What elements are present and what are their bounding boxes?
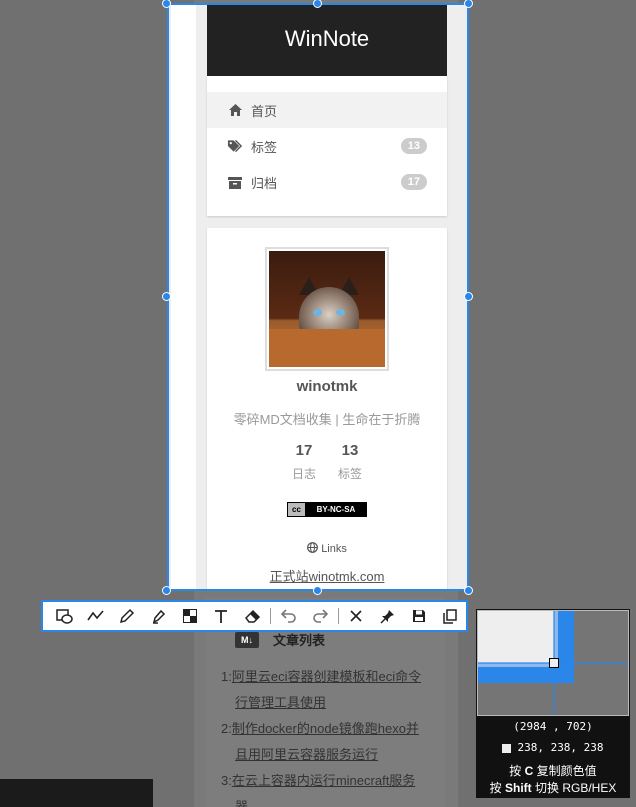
redo-icon xyxy=(313,609,329,623)
cursor-coordinates: (2984 , 702) xyxy=(513,720,593,733)
archive-count-badge: 17 xyxy=(400,174,427,190)
post-item-1[interactable]: 1:阿里云eci容器创建模板和eci命令 行管理工具使用 xyxy=(221,664,431,716)
save-tool-button[interactable] xyxy=(403,602,434,630)
marker-icon xyxy=(152,609,165,624)
redo-tool-button[interactable] xyxy=(304,602,335,630)
globe-icon xyxy=(307,542,321,555)
page-margin xyxy=(171,5,196,589)
shape-icon xyxy=(56,608,73,624)
menu-item-home[interactable]: 首页 xyxy=(207,92,447,128)
section-title: M↓ 文章列表 xyxy=(235,630,325,649)
magnified-grey xyxy=(478,611,558,663)
color-magnifier: (2984 , 702) 238, 238, 238 按 C 复制颜色值 按 S… xyxy=(476,609,630,798)
current-pixel xyxy=(549,658,559,668)
cat-eye-left xyxy=(313,309,322,316)
stat-posts[interactable]: 17 日志 xyxy=(284,442,324,482)
cc-license-badge[interactable]: cc BY-NC-SA xyxy=(287,502,367,517)
copy-tool-button[interactable] xyxy=(435,602,466,630)
menu-item-archive[interactable]: 归档 17 xyxy=(207,164,447,200)
tags-icon xyxy=(227,138,243,154)
menu-item-label: 标签 xyxy=(251,139,278,155)
resize-handle-bottom[interactable] xyxy=(313,586,322,595)
switch-format-hint: 按 Shift 切换 RGB/HEX xyxy=(489,781,617,795)
polyline-icon xyxy=(87,610,105,621)
profile-description: 零碎MD文档收集 | 生命在于折腾 xyxy=(233,412,421,427)
taskbar-fragment xyxy=(0,779,153,807)
pen-tool-button[interactable] xyxy=(112,602,143,630)
links-title: Links xyxy=(207,542,447,555)
pin-icon xyxy=(380,609,395,624)
stat-value: 13 xyxy=(341,442,359,459)
menu-item-label: 首页 xyxy=(251,103,278,119)
magnified-blue-h xyxy=(478,667,574,683)
color-swatch xyxy=(502,743,512,753)
text-tool-button[interactable] xyxy=(206,602,237,630)
archive-icon xyxy=(227,174,243,190)
copy-color-hint: 按 C 复制颜色值 xyxy=(509,764,597,778)
post-item-3[interactable]: 3:在云上容器内运行minecraft服务 器 xyxy=(221,768,431,807)
cardboard-box xyxy=(269,329,385,367)
mosaic-icon xyxy=(182,609,197,623)
cc-logo: cc xyxy=(288,503,306,516)
avatar[interactable] xyxy=(265,247,389,371)
resize-handle-top-right[interactable] xyxy=(464,0,473,8)
stat-label: 日志 xyxy=(291,467,316,481)
menu-item-label: 归档 xyxy=(251,175,278,191)
resize-handle-bottom-right[interactable] xyxy=(464,586,473,595)
resize-handle-left[interactable] xyxy=(162,292,171,301)
cc-license-type: BY-NC-SA xyxy=(306,503,366,516)
pin-tool-button[interactable] xyxy=(372,602,403,630)
stat-tags[interactable]: 13 标签 xyxy=(330,442,370,482)
tags-count-badge: 13 xyxy=(400,138,427,154)
markdown-icon: M↓ xyxy=(235,631,259,648)
rectangle-ellipse-tool-button[interactable] xyxy=(49,602,80,630)
save-icon xyxy=(413,610,426,622)
polyline-tool-button[interactable] xyxy=(80,602,111,630)
nav-menu: 首页 标签 13 归档 17 xyxy=(207,76,447,216)
toolbar-divider xyxy=(337,608,339,624)
home-icon xyxy=(227,102,243,118)
capture-selection[interactable]: WinNote 首页 标签 13 归档 17 winotmk 零碎MD文档收集 … xyxy=(167,3,469,591)
color-value: 238, 238, 238 xyxy=(476,741,630,754)
text-icon xyxy=(215,609,228,623)
site-brand[interactable]: WinNote xyxy=(207,5,447,76)
avatar-cat-photo xyxy=(269,251,385,367)
undo-icon xyxy=(280,609,296,623)
menu-item-tags[interactable]: 标签 13 xyxy=(207,128,447,164)
cat-eye-right xyxy=(336,309,345,316)
copy-icon xyxy=(443,608,458,624)
profile-name: winotmk xyxy=(296,378,358,395)
site-link[interactable]: 正式站winotmk.com xyxy=(207,566,447,585)
eraser-icon xyxy=(244,609,260,623)
eraser-tool-button[interactable] xyxy=(237,602,268,630)
screenshot-toolbar xyxy=(41,600,468,632)
close-icon xyxy=(350,610,363,622)
cancel-tool-button[interactable] xyxy=(341,602,372,630)
stat-label: 标签 xyxy=(337,467,362,481)
resize-handle-right[interactable] xyxy=(464,292,473,301)
profile-card: winotmk 零碎MD文档收集 | 生命在于折腾 17 日志 13 标签 cc… xyxy=(207,228,447,589)
stat-value: 17 xyxy=(295,442,313,459)
magnified-view xyxy=(477,610,629,716)
post-item-2[interactable]: 2:制作docker的node镜像跑hexo并 且用阿里云容器服务运行 xyxy=(221,716,431,768)
mosaic-tool-button[interactable] xyxy=(174,602,205,630)
marker-tool-button[interactable] xyxy=(143,602,174,630)
toolbar-divider xyxy=(270,608,272,624)
pen-icon xyxy=(120,608,135,624)
undo-tool-button[interactable] xyxy=(273,602,304,630)
resize-handle-bottom-left[interactable] xyxy=(162,586,171,595)
posts-title: 文章列表 xyxy=(273,633,326,648)
